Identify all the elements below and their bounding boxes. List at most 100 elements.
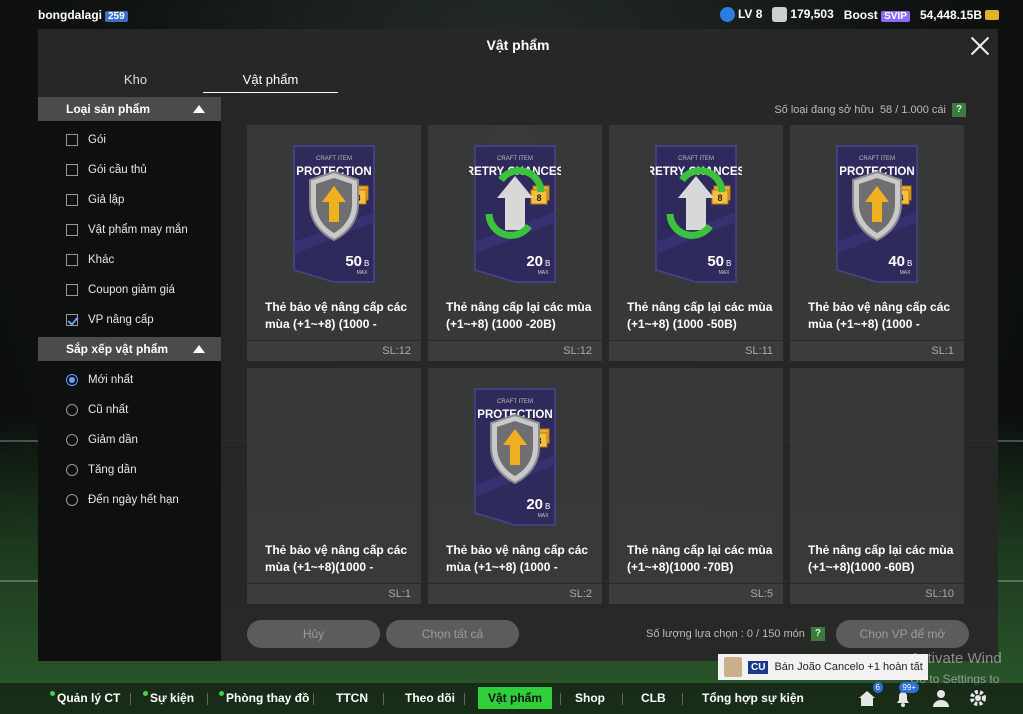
checkbox[interactable] bbox=[66, 284, 78, 296]
top-bar: bongdalagi 259 LV 8 179,503 Boost SVIP 54… bbox=[0, 0, 1023, 30]
radio-selected[interactable] bbox=[66, 374, 78, 386]
player-face-image bbox=[724, 657, 742, 677]
nav-label: Shop bbox=[575, 691, 605, 705]
home-icon[interactable]: 6 bbox=[857, 682, 883, 708]
sort-option-expiry[interactable]: Đến ngày hết hạn bbox=[38, 485, 221, 515]
user-icon[interactable] bbox=[931, 688, 951, 708]
checkbox[interactable] bbox=[66, 254, 78, 266]
radio[interactable] bbox=[66, 494, 78, 506]
nav-label: Theo dõi bbox=[405, 691, 455, 705]
item-name-line2: (+1~+8)(1000 -60B) bbox=[808, 560, 915, 574]
checkbox[interactable] bbox=[66, 194, 78, 206]
filter-option-coupon[interactable]: Coupon giảm giá bbox=[38, 275, 221, 305]
item-name-line2: mùa (+1~+8)(1000 - bbox=[265, 560, 374, 574]
checkbox[interactable] bbox=[66, 164, 78, 176]
nav-follow[interactable]: Theo dõi bbox=[405, 683, 455, 714]
item-quantity: SL:5 bbox=[609, 583, 783, 604]
item-name-line1: Thẻ bảo vệ nâng cấp các bbox=[265, 300, 408, 314]
card-header-text: CRAFT ITEM bbox=[859, 156, 895, 162]
watermark-line1: Activate Wind bbox=[910, 650, 1002, 667]
nav-locker-room[interactable]: Phòng thay đồ bbox=[219, 683, 309, 714]
nav-event-summary[interactable]: Tổng hợp sự kiện bbox=[702, 683, 804, 714]
nav-items[interactable]: Vật phẩm bbox=[478, 687, 553, 709]
item-card[interactable]: Thẻ bảo vệ nâng cấp các mùa (+1~+8)(1000… bbox=[247, 368, 421, 604]
card-value-text: 50 bbox=[345, 253, 362, 270]
filter-option-simulation[interactable]: Giả lập bbox=[38, 185, 221, 215]
user-name-area[interactable]: bongdalagi 259 bbox=[38, 8, 128, 22]
sort-label: Giảm dần bbox=[88, 434, 138, 446]
nav-club[interactable]: CLB bbox=[641, 683, 666, 714]
help-icon[interactable]: ? bbox=[952, 103, 966, 117]
sort-header[interactable]: Sắp xếp vật phẩm bbox=[38, 337, 221, 361]
filter-label: Vật phẩm may mắn bbox=[88, 224, 188, 236]
sort-label: Cũ nhất bbox=[88, 404, 129, 416]
tab-items[interactable]: Vật phẩm bbox=[203, 69, 338, 93]
item-card[interactable]: Thẻ nâng cấp lại các mùa (+1~+8)(1000 -6… bbox=[790, 368, 964, 604]
collapse-caret-icon bbox=[193, 345, 205, 353]
sort-label: Tăng dần bbox=[88, 464, 137, 476]
item-card[interactable]: CRAFT ITEM RETRY CHANCES 8 20 B MAX Thẻ … bbox=[428, 125, 602, 361]
nav-ttcn[interactable]: TTCN bbox=[336, 683, 368, 714]
filter-sidebar: Loại sản phẩm Gói Gói cầu thủ Giả lập Vậ… bbox=[38, 97, 221, 661]
sort-option-oldest[interactable]: Cũ nhất bbox=[38, 395, 221, 425]
sort-option-ascending[interactable]: Tăng dần bbox=[38, 455, 221, 485]
item-name-line1: Thẻ bảo vệ nâng cấp các bbox=[265, 543, 408, 557]
boost-stat[interactable]: Boost SVIP bbox=[844, 8, 910, 22]
item-name-line2: mùa (+1~+8) (1000 - bbox=[446, 560, 558, 574]
sort-option-descending[interactable]: Giảm dần bbox=[38, 425, 221, 455]
filter-option-player-pack[interactable]: Gói cầu thủ bbox=[38, 155, 221, 185]
card-max-text: MAX bbox=[538, 513, 550, 519]
filter-option-pack[interactable]: Gói bbox=[38, 125, 221, 155]
checkbox-checked[interactable] bbox=[66, 314, 78, 326]
gear-icon[interactable] bbox=[968, 688, 988, 708]
tab-storage[interactable]: Kho bbox=[68, 69, 203, 93]
checkbox[interactable] bbox=[66, 224, 78, 236]
item-name-line1: Thẻ nâng cấp lại các mùa bbox=[627, 543, 773, 557]
toast-tag: CU bbox=[748, 660, 769, 674]
nav-events[interactable]: Sự kiện bbox=[143, 683, 194, 714]
coin-icon bbox=[985, 10, 999, 21]
radio[interactable] bbox=[66, 464, 78, 476]
sort-title: Sắp xếp vật phẩm bbox=[66, 342, 169, 356]
select-all-button[interactable]: Chọn tất cả bbox=[386, 620, 519, 648]
radio[interactable] bbox=[66, 404, 78, 416]
item-name-line2: (+1~+8) (1000 -20B) bbox=[446, 317, 556, 331]
item-quantity: SL:10 bbox=[790, 583, 964, 604]
filter-option-lucky-item[interactable]: Vật phẩm may mắn bbox=[38, 215, 221, 245]
nav-separator bbox=[313, 693, 314, 705]
filter-option-upgrade-item[interactable]: VP nâng cấp bbox=[38, 305, 221, 335]
filter-label: Gói cầu thủ bbox=[88, 164, 147, 176]
help-icon[interactable]: ? bbox=[810, 627, 825, 641]
owned-count: Số loại đang sở hữu 58 / 1.000 cái ? bbox=[774, 103, 966, 117]
points-value: 179,503 bbox=[790, 7, 834, 21]
bell-icon[interactable]: 99+ bbox=[893, 682, 919, 708]
nav-label: Tổng hợp sự kiện bbox=[702, 691, 804, 705]
close-icon[interactable] bbox=[968, 34, 992, 58]
item-card[interactable]: CRAFT ITEM PROTECTION 8 40 B MAX Thẻ bảo… bbox=[790, 125, 964, 361]
product-type-header[interactable]: Loại sản phẩm bbox=[38, 97, 221, 121]
owned-value: 58 / 1.000 cái bbox=[879, 104, 946, 116]
item-name: Thẻ bảo vệ nâng cấp các mùa (+1~+8) (100… bbox=[446, 542, 594, 576]
choose-upgrade-button[interactable]: Chọn VP để mở bbox=[836, 620, 969, 648]
sort-label: Đến ngày hết hạn bbox=[88, 494, 179, 506]
item-name-line1: Thẻ bảo vệ nâng cấp các bbox=[808, 300, 951, 314]
sale-toast: CU Bán João Cancelo +1 hoàn tất bbox=[718, 654, 928, 680]
item-card[interactable]: CRAFT ITEM RETRY CHANCES 8 50 B MAX Thẻ … bbox=[609, 125, 783, 361]
nav-team-management[interactable]: Quản lý CT bbox=[50, 683, 120, 714]
item-name: Thẻ nâng cấp lại các mùa (+1~+8) (1000 -… bbox=[446, 299, 594, 333]
sort-option-newest[interactable]: Mới nhất bbox=[38, 365, 221, 395]
cancel-button[interactable]: Hủy bbox=[247, 620, 380, 648]
card-level-text: 8 bbox=[717, 193, 722, 203]
item-card[interactable]: Thẻ nâng cấp lại các mùa (+1~+8)(1000 -7… bbox=[609, 368, 783, 604]
radio[interactable] bbox=[66, 434, 78, 446]
nav-separator bbox=[682, 693, 683, 705]
checkbox[interactable] bbox=[66, 134, 78, 146]
nav-shop[interactable]: Shop bbox=[575, 683, 605, 714]
item-card[interactable]: CRAFT ITEM PROTECTION 8 20 B MAX Thẻ bảo… bbox=[428, 368, 602, 604]
nav-label: Vật phẩm bbox=[488, 691, 543, 705]
filter-label: Khác bbox=[88, 254, 115, 266]
item-card[interactable]: CRAFT ITEM PROTECTION 8 50 B MAX Thẻ bảo… bbox=[247, 125, 421, 361]
filter-option-other[interactable]: Khác bbox=[38, 245, 221, 275]
nav-label: TTCN bbox=[336, 691, 368, 705]
selection-label: Số lượng lựa chọn : 0 / 150 món bbox=[646, 628, 805, 640]
